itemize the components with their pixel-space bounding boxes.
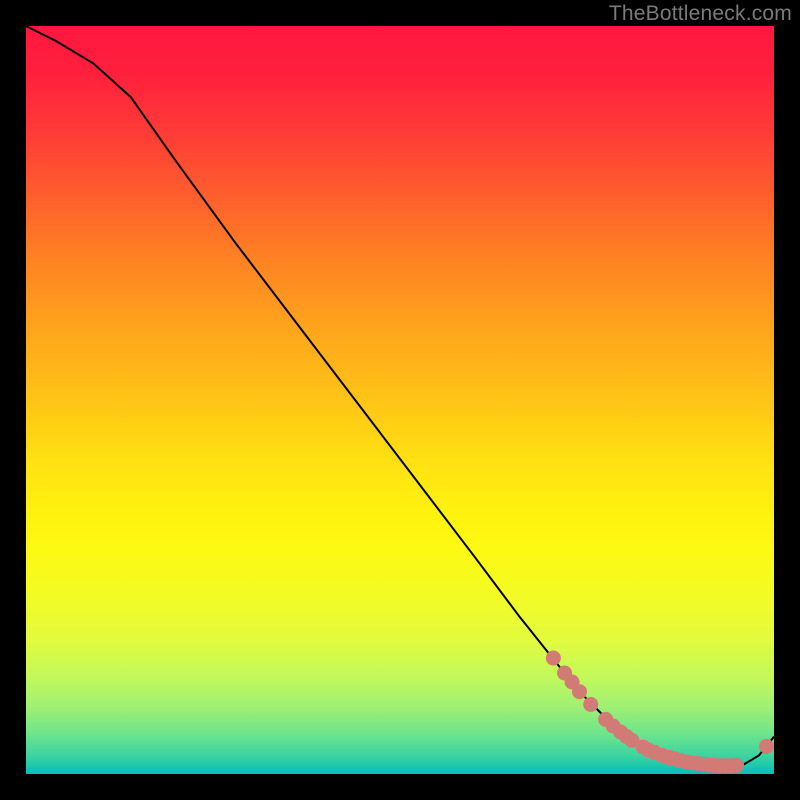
scatter-point — [565, 675, 580, 690]
scatter-point — [679, 755, 694, 770]
scatter-point — [613, 725, 628, 740]
scatter-point — [636, 740, 651, 755]
scatter-point — [690, 756, 705, 771]
chart-svg-layer — [26, 26, 774, 774]
scatter-point — [624, 733, 639, 748]
scatter-point — [673, 753, 688, 768]
scatter-point — [724, 758, 739, 773]
scatter-point — [759, 739, 774, 754]
scatter-point — [557, 666, 572, 681]
scatter-point — [546, 651, 561, 666]
scatter-point — [707, 758, 722, 773]
chart-stage: TheBottleneck.com — [0, 0, 800, 800]
chart-plot-area — [26, 26, 774, 774]
scatter-point — [729, 758, 744, 773]
scatter-point — [606, 719, 621, 734]
scatter-point — [647, 745, 662, 760]
scatter-point — [701, 758, 716, 773]
scatter-point — [718, 758, 733, 773]
scatter-point — [619, 729, 634, 744]
scatter-point — [654, 748, 669, 763]
scatter-point — [713, 758, 728, 773]
scatter-point — [662, 750, 677, 765]
chart-scatter-overlay — [546, 651, 774, 774]
scatter-point — [684, 755, 699, 770]
scatter-point — [583, 697, 598, 712]
scatter-point — [695, 757, 710, 772]
scatter-point — [668, 752, 683, 767]
watermark-text: TheBottleneck.com — [609, 2, 792, 26]
chart-line — [26, 26, 774, 767]
scatter-point — [572, 684, 587, 699]
scatter-point — [641, 743, 656, 758]
scatter-point — [598, 712, 613, 727]
